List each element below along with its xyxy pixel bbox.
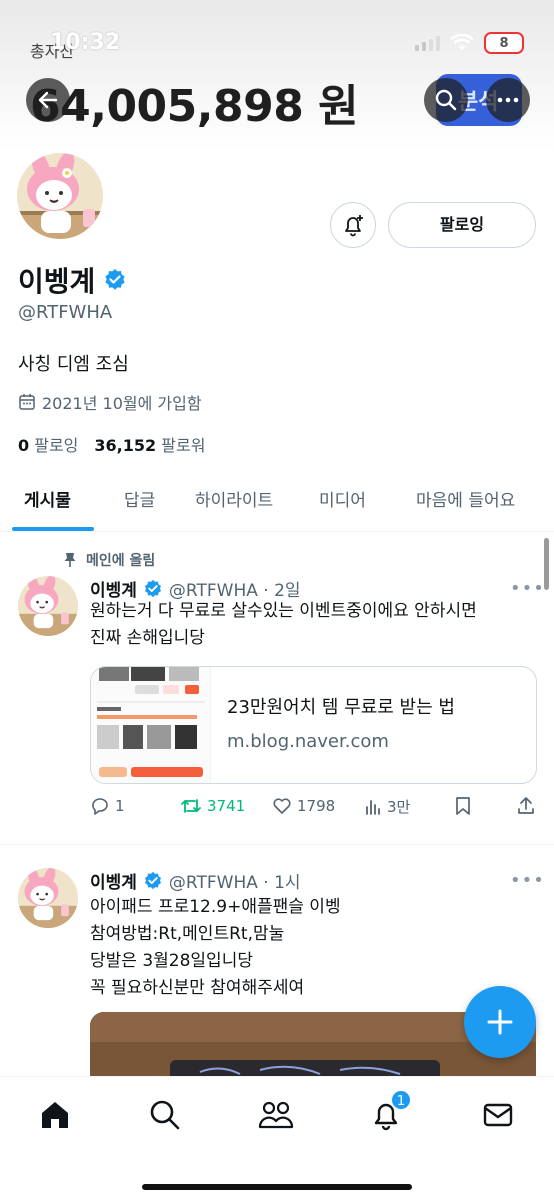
active-tab-indicator [12, 527, 94, 531]
reply-icon [92, 798, 108, 815]
repost-action[interactable]: 3741 [180, 796, 245, 816]
views-count: 3만 [387, 798, 411, 816]
wifi-icon [450, 34, 474, 51]
bell-plus-icon [345, 215, 363, 237]
heart-icon [273, 798, 291, 814]
bottom-navigation: 1 [0, 1076, 554, 1200]
verified-badge-icon [144, 579, 161, 597]
nav-search[interactable] [145, 1095, 185, 1135]
display-name-row: 이벵계 [18, 260, 127, 300]
post-avatar[interactable] [18, 868, 78, 928]
compose-post-button[interactable] [464, 986, 536, 1058]
post-more-icon[interactable]: ••• [510, 870, 545, 891]
profile-avatar[interactable] [14, 150, 106, 242]
search-icon [150, 1100, 180, 1130]
display-name: 이벵계 [18, 265, 96, 298]
share-action[interactable] [516, 796, 536, 816]
following-label: 팔로잉 [34, 436, 79, 455]
post-text: 원하는거 다 무료로 살수있는 이벤트중이에요 안하시면 진짜 손해입니당 [90, 598, 540, 652]
joined-date-row: 2021년 10월에 가입함 [18, 390, 202, 414]
profile-header: 총자산 64,005,898 원 분석 10:32 8 [0, 0, 554, 150]
post-avatar[interactable] [18, 576, 78, 636]
post-text-line: 아이패드 프로12.9+애플팬슬 이벵 [90, 897, 341, 917]
following-stat[interactable]: 0 팔로잉 [18, 432, 78, 456]
back-button[interactable] [26, 78, 70, 122]
post-divider [0, 844, 554, 845]
profile-tabs: 게시물 답글 하이라이트 미디어 마음에 들어요 [0, 470, 554, 532]
joined-date: 2021년 10월에 가입함 [42, 394, 202, 413]
post-header: 이벵계 @RTFWHA · 1시 [90, 868, 301, 893]
status-time: 10:32 [50, 30, 121, 55]
post-text: 아이패드 프로12.9+애플팬슬 이벵 참여방법:Rt,메인트Rt,맘눌 당발은… [90, 894, 540, 1002]
status-icons: 8 [415, 32, 524, 54]
like-action[interactable]: 1798 [272, 796, 335, 816]
asset-amount: 64,005,898 원 [30, 81, 359, 132]
verified-badge-icon [105, 269, 125, 290]
link-domain: m.blog.naver.com [227, 731, 389, 752]
post-text-line: 원하는거 다 무료로 살수있는 이벤트중이에요 안하시면 [90, 601, 477, 621]
repost-count: 3741 [207, 797, 246, 815]
search-icon [435, 89, 457, 111]
more-options-button[interactable] [486, 78, 530, 122]
link-title: 23만원어치 템 무료로 받는 법 [227, 697, 455, 718]
signal-icon [415, 35, 440, 51]
link-text: 23만원어치 템 무료로 받는 법 m.blog.naver.com [211, 667, 455, 783]
avatar-image [18, 576, 78, 636]
nav-home[interactable] [35, 1095, 75, 1135]
pin-icon [64, 553, 76, 567]
communities-icon [258, 1101, 294, 1129]
nav-messages[interactable] [478, 1095, 518, 1135]
views-action[interactable]: 3만 [364, 796, 410, 817]
share-icon [518, 797, 534, 814]
tab-posts[interactable]: 게시물 [24, 486, 71, 511]
link-thumbnail [91, 667, 211, 783]
notification-subscribe-button[interactable] [330, 202, 376, 248]
post-text-line: 진짜 손해입니당 [90, 628, 205, 648]
post-text-line: 당발은 3월28일입니당 [90, 951, 253, 971]
mail-icon [483, 1103, 513, 1127]
repost-icon [181, 799, 201, 813]
arrow-left-icon [38, 91, 58, 109]
avatar-image [17, 153, 103, 239]
plus-icon [487, 1009, 513, 1035]
search-button[interactable] [424, 78, 468, 122]
profile-handle: @RTFWHA [18, 302, 113, 323]
post-more-icon[interactable]: ••• [510, 578, 545, 599]
thumbnail-image [91, 667, 210, 783]
post-actions: 1 3741 1798 3만 [90, 796, 536, 822]
following-button[interactable]: 팔로잉 [388, 202, 536, 248]
reply-count: 1 [115, 797, 125, 815]
bookmark-action[interactable] [454, 796, 472, 816]
reply-action[interactable]: 1 [90, 796, 125, 816]
post-text-line: 참여방법:Rt,메인트Rt,맘눌 [90, 924, 285, 944]
nav-notifications[interactable]: 1 [366, 1089, 412, 1135]
tab-likes[interactable]: 마음에 들어요 [416, 486, 515, 511]
followers-count: 36,152 [94, 436, 157, 455]
like-count: 1798 [297, 797, 336, 815]
followers-label: 팔로워 [161, 436, 206, 455]
home-indicator[interactable] [142, 1184, 412, 1190]
tab-replies[interactable]: 답글 [124, 486, 155, 511]
followers-stat[interactable]: 36,152 팔로워 [94, 432, 205, 456]
following-count: 0 [18, 436, 30, 455]
pinned-label: 메인에 올림 [86, 553, 156, 569]
pinned-label-row: 메인에 올림 [64, 550, 155, 570]
nav-communities[interactable] [256, 1095, 296, 1135]
follow-stats: 0 팔로잉 36,152 팔로워 [18, 432, 205, 456]
avatar-image [18, 868, 78, 928]
calendar-icon [19, 394, 35, 410]
bookmark-icon [456, 797, 470, 815]
verified-badge-icon [144, 871, 161, 889]
notification-badge: 1 [390, 1089, 412, 1111]
profile-bio: 사칭 디엠 조심 [18, 354, 129, 375]
post-author-name[interactable]: 이벵계 [90, 868, 137, 893]
more-horizontal-icon [497, 97, 519, 103]
post-handle-time: @RTFWHA · 1시 [168, 873, 301, 893]
tab-highlights[interactable]: 하이라이트 [195, 486, 273, 511]
tab-media[interactable]: 미디어 [319, 486, 366, 511]
link-preview-card[interactable]: 23만원어치 템 무료로 받는 법 m.blog.naver.com [90, 666, 537, 784]
home-icon [42, 1102, 68, 1128]
views-icon [366, 799, 380, 815]
battery-icon: 8 [484, 32, 524, 54]
